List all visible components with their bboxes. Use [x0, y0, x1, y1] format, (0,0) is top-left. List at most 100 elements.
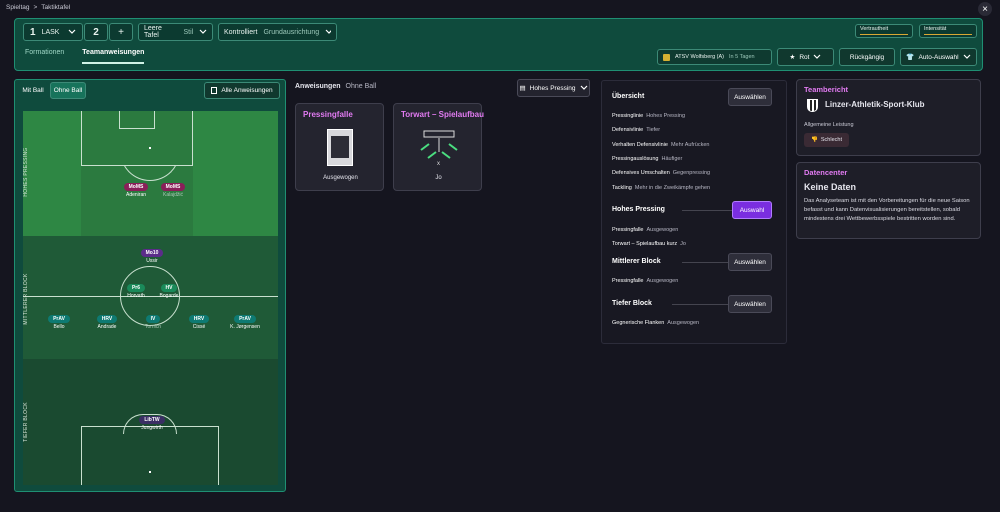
breadcrumb-parent[interactable]: Spieltag: [6, 4, 30, 11]
mid-block-title: Mittlerer Block: [612, 258, 661, 265]
player-role-badge: MoMS: [123, 183, 149, 191]
tactic-1-selector[interactable]: 1 LASK: [23, 23, 83, 41]
high-press-title: Hohes Pressing: [612, 206, 665, 213]
familiarity-meter: Vertrautheit: [855, 24, 913, 38]
overview-row: Defensives Umschalten Gegenpressing: [612, 170, 711, 177]
tactics-pitch: HOHES PRESSING MITTLERER BLOCK TIEFER BL…: [23, 111, 278, 485]
instructions-title: Anweisungen: [295, 83, 341, 90]
player-token[interactable]: HRV Cissé: [179, 315, 219, 330]
datacenter-text: Das Analyseteam ist mit den Vorbereitung…: [804, 198, 970, 222]
player-name: Ussir: [146, 258, 158, 264]
divider: [682, 262, 730, 263]
zone-label-low: TIEFER BLOCK: [23, 402, 29, 442]
tab-teamanweisungen[interactable]: Teamanweisungen: [82, 49, 145, 64]
mentality-selector[interactable]: Kontrolliert Grundausrichtung: [218, 23, 337, 41]
goalkeeper-buildup-title: Torwart – Spielaufbau: [401, 110, 484, 119]
team-report-header: Teambericht: [804, 85, 849, 94]
overview-row: Tackling Mehr in die Zweikämpfe gehen: [612, 184, 711, 191]
low-block-title: Tiefer Block: [612, 300, 652, 307]
datacenter-header: Datencenter: [804, 168, 848, 177]
overview-panel: Übersicht Auswählen Pressinglinie Hohes P…: [601, 80, 787, 344]
goalkeeper-buildup-card[interactable]: Torwart – Spielaufbau x Jo: [393, 103, 484, 191]
tactic-2-button[interactable]: 2: [84, 23, 108, 41]
status-badge-label: Schlecht: [820, 137, 842, 143]
instructions-heading: Anweisungen Ohne Ball: [295, 83, 376, 90]
without-ball-toggle[interactable]: Ohne Ball: [50, 82, 86, 99]
opponent-name: ATSV Wolfsberg (A): [675, 54, 725, 60]
overview-row: Verhalten Defensivlinie Mehr Aufrücken: [612, 141, 710, 148]
player-token[interactable]: HRV Andrade: [87, 315, 127, 330]
player-name: Adeniran: [125, 192, 146, 198]
with-ball-label: Mit Ball: [22, 87, 44, 94]
player-token[interactable]: PrAV Bello: [39, 315, 79, 330]
next-match[interactable]: ATSV Wolfsberg (A) In 5 Tagen: [657, 49, 772, 65]
player-token[interactable]: PrAV K. Jørgensen: [225, 315, 265, 330]
goalkeeper-buildup-value: Jo: [435, 175, 442, 181]
pressing-trap-card[interactable]: Pressingfalle Ausgewogen: [295, 103, 384, 191]
style-sub: Stil: [183, 28, 194, 36]
player-role-badge: HV: [160, 284, 178, 292]
zone-label-mid: MITTLERER BLOCK: [23, 273, 29, 325]
team-report-card[interactable]: Teambericht Linzer-Athletik-Sport-Klub A…: [796, 79, 981, 156]
undo-label: Rückgängig: [849, 53, 885, 61]
all-instructions-button[interactable]: Alle Anweisungen: [204, 82, 280, 99]
add-tactic-button[interactable]: +: [109, 23, 133, 41]
overview-select-button[interactable]: Auswählen: [728, 88, 772, 106]
player-token[interactable]: HV Bogarde: [149, 284, 189, 299]
club-name: Linzer-Athletik-Sport-Klub: [825, 100, 925, 109]
familiarity-label: Vertrautheit: [860, 26, 889, 32]
high-press-select-label: Auswahl: [739, 206, 765, 214]
low-block-select-label: Auswählen: [734, 300, 766, 308]
without-ball-label: Ohne Ball: [53, 87, 83, 94]
chevron-right-icon: >: [33, 4, 38, 11]
intensity-label: Intensität: [924, 26, 947, 32]
player-token[interactable]: MoMS Kalajdžić: [153, 183, 193, 198]
clipboard-icon: [211, 87, 218, 94]
player-name: Jungwirth: [141, 425, 163, 431]
player-role-badge: IV: [145, 315, 161, 323]
high-press-row: Pressingfalle Ausgewogen: [612, 227, 679, 233]
player-token[interactable]: MoMS Adeniran: [116, 183, 156, 198]
divider: [672, 304, 730, 305]
overview-row: Pressinglinie Hohes Pressing: [612, 113, 686, 119]
player-role-badge: HRV: [96, 315, 118, 323]
player-role-badge: MoMS: [160, 183, 186, 191]
tab-formationen[interactable]: Formationen: [25, 49, 64, 64]
auto-select-button[interactable]: 👕 Auto-Auswahl: [900, 48, 977, 66]
list-icon: ▤: [519, 85, 526, 92]
breadcrumb-current: Taktiktafel: [41, 4, 71, 11]
instructions-sub: Ohne Ball: [345, 83, 377, 90]
divider: [682, 210, 734, 211]
player-role-badge: PrAV: [48, 315, 70, 323]
star-icon: ★: [789, 54, 796, 61]
high-press-select-button[interactable]: Auswahl: [732, 201, 772, 219]
player-token[interactable]: Mo10 Ussir: [132, 249, 172, 264]
all-instructions-label: Alle Anweisungen: [221, 87, 273, 94]
chevron-down-icon: [325, 29, 331, 34]
mid-block-select-label: Auswählen: [734, 258, 766, 266]
with-ball-toggle[interactable]: Mit Ball: [17, 82, 49, 99]
chevron-down-icon: [814, 54, 821, 59]
tactic-header: 1 LASK 2 + Leere Tafel Stil Kontrolliert…: [14, 18, 983, 71]
thumbs-down-icon: 👎: [811, 137, 818, 143]
player-name: Kalajdžić: [162, 192, 183, 198]
phase-dropdown-label: Hohes Pressing: [529, 84, 576, 92]
player-token[interactable]: IV Tornich: [133, 315, 173, 330]
low-block-select-button[interactable]: Auswählen: [728, 295, 772, 313]
datacenter-card: Datencenter Keine Daten Das Analyseteam …: [796, 162, 981, 239]
style-selector[interactable]: Leere Tafel Stil: [138, 23, 213, 41]
phase-dropdown[interactable]: ▤ Hohes Pressing: [517, 79, 590, 97]
undo-button[interactable]: Rückgängig: [839, 48, 895, 66]
close-button[interactable]: ×: [978, 2, 992, 16]
mode-selector[interactable]: ★ Rot: [777, 48, 834, 66]
tab-bar: Formationen Teamanweisungen: [25, 49, 145, 64]
mode-label: Rot: [799, 53, 810, 61]
high-press-row: Torwart – Spielaufbau kurz Jo: [612, 241, 686, 247]
player-name: K. Jørgensen: [230, 324, 260, 330]
player-role-badge: Mo10: [140, 249, 164, 257]
goalkeeper-pass-icon: x: [420, 130, 458, 166]
player-role-badge: HRV: [188, 315, 210, 323]
style-label: Leere Tafel: [144, 25, 162, 39]
mid-block-select-button[interactable]: Auswählen: [728, 253, 772, 271]
player-token[interactable]: LibTW Jungwirth: [132, 416, 172, 431]
